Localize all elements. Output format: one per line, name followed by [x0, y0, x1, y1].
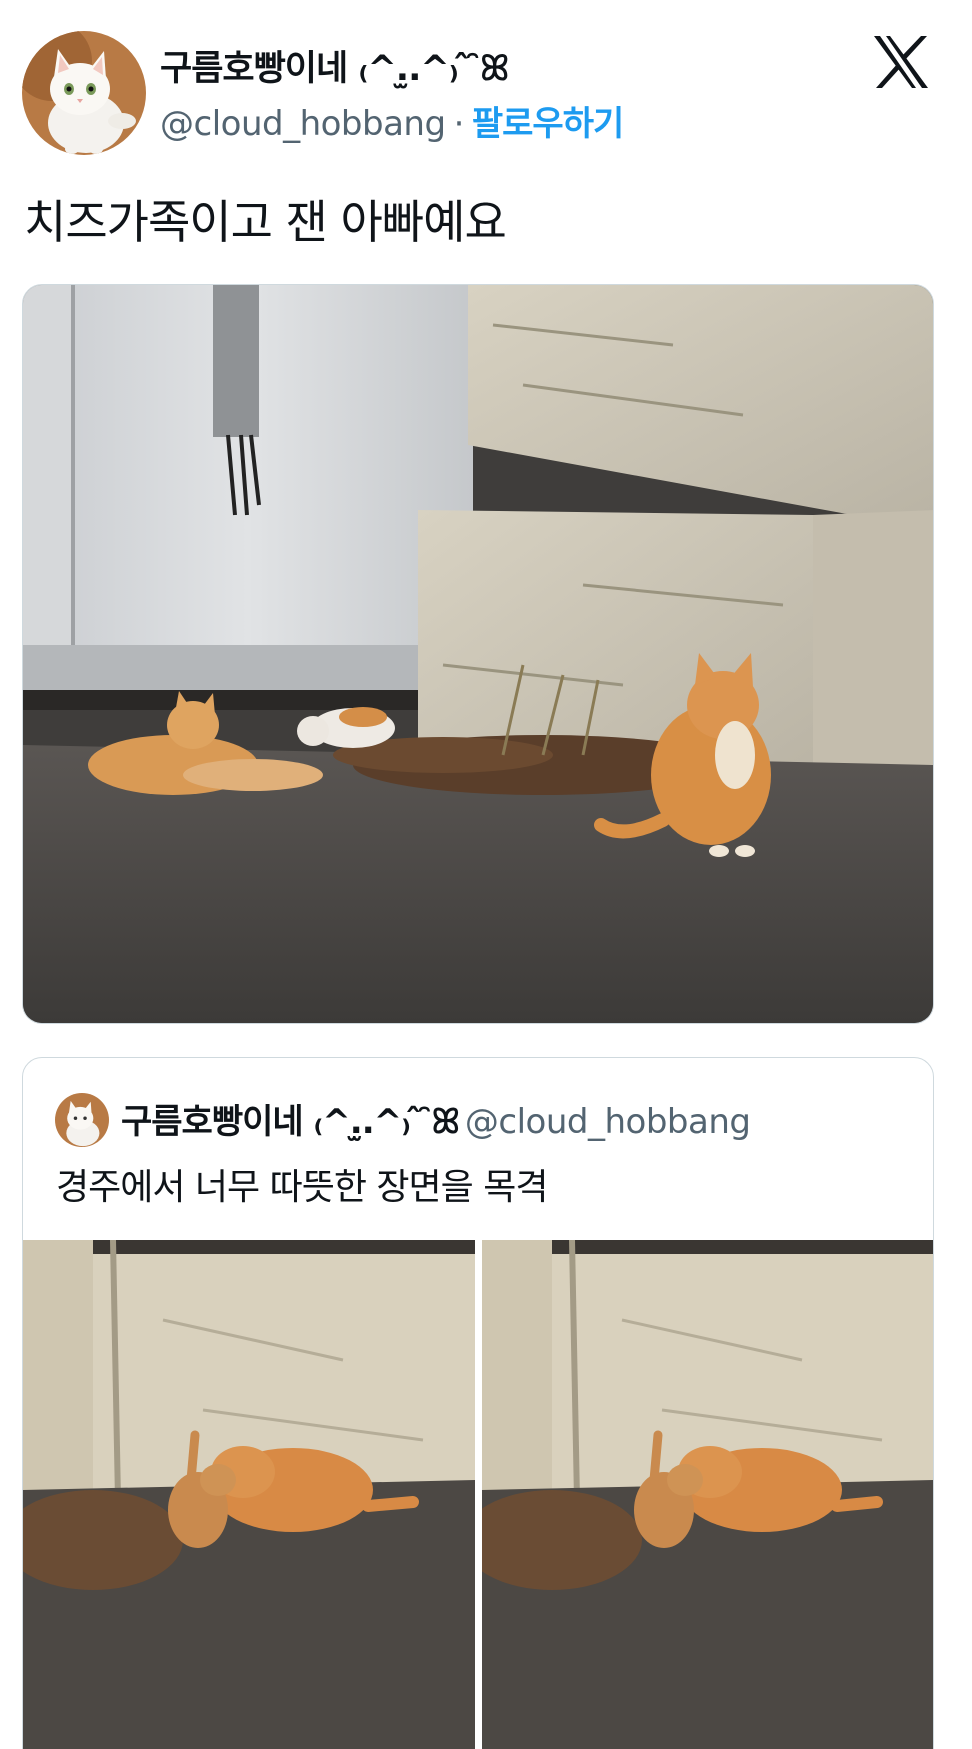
quoted-photo-2[interactable] [482, 1240, 933, 1749]
quoted-avatar[interactable] [55, 1093, 109, 1147]
follow-button[interactable]: 팔로우하기 [472, 104, 624, 144]
quoted-display-name[interactable]: 구름호빵이네 ₍^.̫.^₎ ̂ ̑ꕤ [121, 1102, 460, 1142]
quoted-photo-1[interactable] [23, 1240, 475, 1749]
tweet-text: 치즈가족이고 잰 아빠예요 [24, 195, 507, 249]
cats-by-concrete-wall-photo[interactable] [22, 284, 934, 1024]
separator-dot: · [453, 104, 465, 144]
author-handle[interactable]: @cloud_hobbang [160, 104, 446, 144]
quoted-author-row: 구름호빵이네 ₍^.̫.^₎ ̂ ̑ꕤ @cloud_hobbang [121, 1094, 751, 1143]
quoted-tweet-card[interactable]: 구름호빵이네 ₍^.̫.^₎ ̂ ̑ꕤ @cloud_hobbang 경주에서 너… [22, 1057, 934, 1749]
quoted-tweet-text: 경주에서 너무 따뜻한 장면을 목격 [56, 1167, 548, 1208]
x-logo-icon[interactable] [872, 34, 930, 90]
quoted-handle[interactable]: @cloud_hobbang [465, 1102, 751, 1142]
avatar[interactable] [22, 31, 146, 155]
author-display-name[interactable]: 구름호빵이네 ₍^.̫.^₎ ̂ ̑ꕤ [160, 40, 509, 91]
author-handle-row: @cloud_hobbang · 팔로우하기 [160, 96, 624, 145]
